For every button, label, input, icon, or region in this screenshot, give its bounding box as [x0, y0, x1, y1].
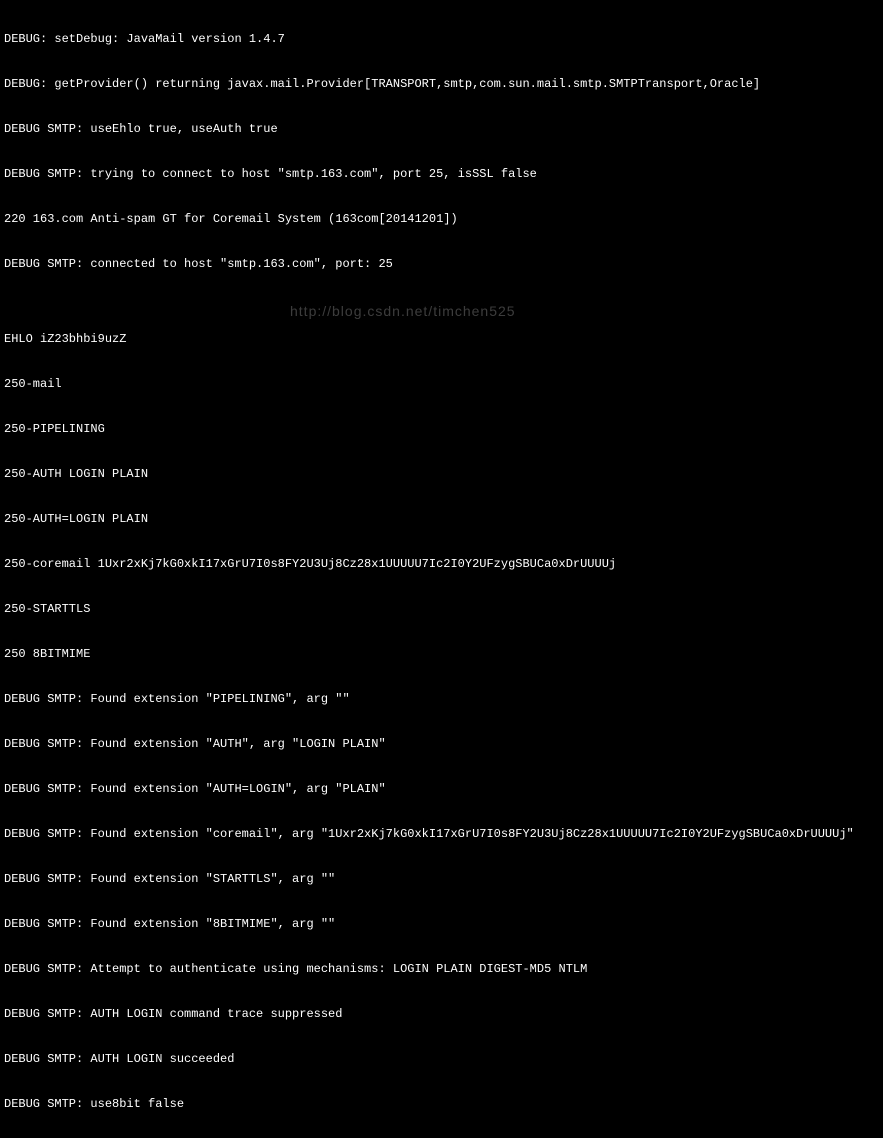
- log-line: DEBUG SMTP: trying to connect to host "s…: [4, 167, 879, 182]
- log-line: DEBUG SMTP: Found extension "coremail", …: [4, 827, 879, 842]
- terminal-output[interactable]: DEBUG: setDebug: JavaMail version 1.4.7 …: [0, 0, 883, 1138]
- log-line: DEBUG SMTP: Found extension "AUTH", arg …: [4, 737, 879, 752]
- log-line: DEBUG SMTP: AUTH LOGIN command trace sup…: [4, 1007, 879, 1022]
- log-line: DEBUG: setDebug: JavaMail version 1.4.7: [4, 32, 879, 47]
- log-line: 250-STARTTLS: [4, 602, 879, 617]
- log-line: DEBUG SMTP: Found extension "STARTTLS", …: [4, 872, 879, 887]
- log-line: DEBUG: getProvider() returning javax.mai…: [4, 77, 879, 92]
- log-line: DEBUG SMTP: AUTH LOGIN succeeded: [4, 1052, 879, 1067]
- log-line: DEBUG SMTP: Found extension "8BITMIME", …: [4, 917, 879, 932]
- log-line: 220 163.com Anti-spam GT for Coremail Sy…: [4, 212, 879, 227]
- log-line: 250 8BITMIME: [4, 647, 879, 662]
- log-line: 250-AUTH LOGIN PLAIN: [4, 467, 879, 482]
- log-line: DEBUG SMTP: Found extension "AUTH=LOGIN"…: [4, 782, 879, 797]
- log-line: 250-AUTH=LOGIN PLAIN: [4, 512, 879, 527]
- log-line: 250-coremail 1Uxr2xKj7kG0xkI17xGrU7I0s8F…: [4, 557, 879, 572]
- log-line: DEBUG SMTP: Attempt to authenticate usin…: [4, 962, 879, 977]
- log-line: 250-mail: [4, 377, 879, 392]
- log-line: DEBUG SMTP: use8bit false: [4, 1097, 879, 1112]
- log-line: DEBUG SMTP: useEhlo true, useAuth true: [4, 122, 879, 137]
- log-line: DEBUG SMTP: Found extension "PIPELINING"…: [4, 692, 879, 707]
- log-line: EHLO iZ23bhbi9uzZ: [4, 332, 879, 347]
- log-line: 250-PIPELINING: [4, 422, 879, 437]
- log-line: DEBUG SMTP: connected to host "smtp.163.…: [4, 257, 879, 272]
